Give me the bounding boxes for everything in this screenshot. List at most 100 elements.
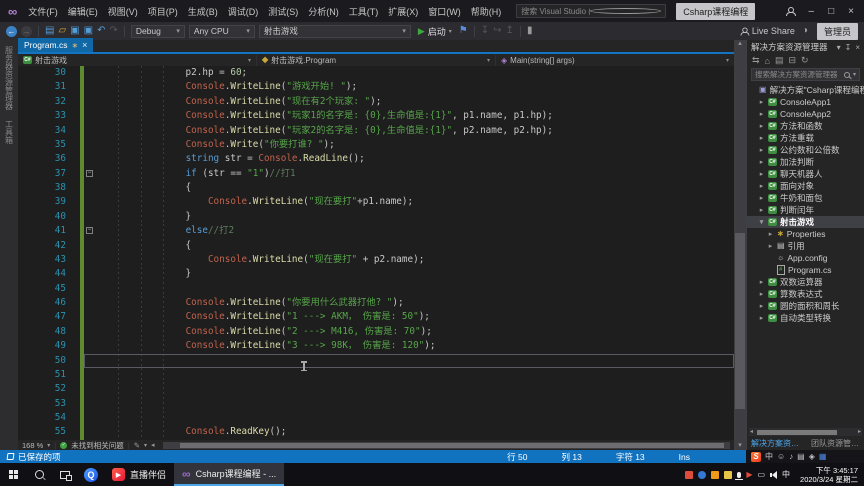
save-icon[interactable]: ▣ xyxy=(70,26,79,36)
tree-item-App.config[interactable]: ☼ App.config xyxy=(747,252,864,264)
start-button[interactable] xyxy=(0,463,26,486)
chevron-right-icon[interactable]: ▸ xyxy=(767,230,774,238)
chevron-right-icon[interactable]: ▸ xyxy=(758,182,765,190)
undo-icon[interactable]: ↶ xyxy=(97,26,105,36)
chevron-right-icon[interactable]: ▸ xyxy=(758,194,765,202)
code-line-content[interactable]: { xyxy=(84,181,734,196)
start-debug-button[interactable]: ▶ 启动 ▾ xyxy=(415,25,455,38)
save-all-icon[interactable]: ▣ xyxy=(84,26,93,36)
code-line-content[interactable]: Console.WriteLine("游戏开始! "); xyxy=(84,80,734,95)
tray-app-icon[interactable] xyxy=(685,470,694,479)
sync-icon[interactable]: ⇆ xyxy=(752,55,760,66)
dock-tab-工具箱[interactable]: 工具箱 xyxy=(4,120,15,144)
tree-item-聊天机器人[interactable]: ▸ C# 聊天机器人 xyxy=(747,168,864,180)
pin-icon[interactable]: ↧ xyxy=(845,43,852,52)
solution-search-box[interactable]: 搜索解决方案资源管理器 ▾ xyxy=(751,68,860,81)
chevron-right-icon[interactable]: ▸ xyxy=(758,302,765,310)
tree-item-Properties[interactable]: ▸ ∗ Properties xyxy=(747,228,864,240)
step-out-icon[interactable]: ↥ xyxy=(506,26,514,36)
tree-item-射击游戏[interactable]: ▾ C# 射击游戏 xyxy=(747,216,864,228)
navigate-forward-icon[interactable]: → xyxy=(21,25,32,37)
code-editor[interactable]: 30 p2.hp = 60; 31 Console.WriteLine("游戏开始… xyxy=(18,66,734,440)
breakpoint-margin[interactable] xyxy=(18,95,46,109)
volume-tray-icon[interactable] xyxy=(770,470,778,479)
code-line-content[interactable]: Console.WriteLine("现在有2个玩家: "); xyxy=(84,94,734,110)
breakpoint-margin[interactable] xyxy=(18,339,46,353)
feedback-icon[interactable]: ◗ xyxy=(803,26,809,36)
tray-app-icon[interactable] xyxy=(724,470,733,479)
breakpoint-margin[interactable] xyxy=(18,411,46,425)
chevron-right-icon[interactable]: ▸ xyxy=(767,242,774,250)
tree-item-算数表达式[interactable]: ▸ C# 算数表达式 xyxy=(747,288,864,300)
menu-编辑(E)[interactable]: 编辑(E) xyxy=(63,3,103,20)
tree-item-引用[interactable]: ▸ ▤ 引用 xyxy=(747,240,864,252)
code-line-content[interactable]: Console.Write("你要打谁? "); xyxy=(84,137,734,153)
user-account-icon[interactable] xyxy=(785,6,796,16)
quark-browser-icon[interactable]: Q xyxy=(78,463,104,486)
tab-close-icon[interactable]: × xyxy=(82,40,87,50)
player-tray-icon[interactable]: ▶ xyxy=(746,470,752,479)
tree-item-双数运算器[interactable]: ▸ C# 双数运算器 xyxy=(747,276,864,288)
menu-工具(T)[interactable]: 工具(T) xyxy=(344,3,384,20)
breakpoint-margin[interactable] xyxy=(18,167,46,181)
breakpoint-margin[interactable] xyxy=(18,354,46,368)
breakpoint-margin[interactable] xyxy=(18,282,46,296)
sogou-tool-icon[interactable]: ▤ xyxy=(797,452,805,461)
breakpoint-margin[interactable] xyxy=(18,425,46,439)
code-line-content[interactable] xyxy=(84,382,734,397)
open-folder-icon[interactable]: ▱ xyxy=(58,26,66,36)
monitor-tray-icon[interactable]: ▭ xyxy=(757,470,765,479)
breakpoint-margin[interactable] xyxy=(18,382,46,396)
panel-menu-icon[interactable]: ▾ xyxy=(837,43,841,52)
new-project-icon[interactable]: ▤ xyxy=(45,26,54,36)
breakpoint-margin[interactable] xyxy=(18,253,46,267)
code-line-content[interactable]: string str = Console.ReadLine(); xyxy=(84,152,734,167)
app-button-visual-studio[interactable]: ∞ Csharp课程编程 - ... xyxy=(174,463,285,486)
saved-items-indicator[interactable]: 已保存的项 xyxy=(0,451,68,463)
code-line-content[interactable]: Console.WriteLine("2 ---> M416, 伤害是: 70"… xyxy=(84,324,734,340)
code-line-content[interactable]: − if (str == "1")//打1 xyxy=(84,166,734,181)
current-line[interactable] xyxy=(84,353,734,368)
collapse-all-icon[interactable]: ⊟ xyxy=(789,55,797,66)
tab-program-cs[interactable]: Program.cs ∗ × xyxy=(18,38,94,52)
code-line-content[interactable] xyxy=(84,281,734,296)
sogou-tool-icon[interactable]: ♪ xyxy=(789,452,793,461)
fold-collapse-icon[interactable]: − xyxy=(86,227,93,235)
taskbar-clock[interactable]: 下午 3:45:17 2020/3/24 星期二 xyxy=(794,466,864,484)
tab-pin-icon[interactable]: ∗ xyxy=(71,41,78,50)
code-line-content[interactable]: Console.WriteLine("你要用什么武器打他? "); xyxy=(84,296,734,311)
startup-project-dropdown[interactable]: 射击游戏 ▾ xyxy=(258,24,411,38)
tray-app-icon[interactable] xyxy=(711,470,720,479)
code-line-content[interactable]: } xyxy=(84,267,734,282)
chevron-right-icon[interactable]: ▸ xyxy=(758,206,765,214)
navbar-project-dropdown[interactable]: C# 射击游戏 ▾ xyxy=(18,54,257,66)
taskbar-search-button[interactable] xyxy=(26,463,52,486)
refresh-icon[interactable]: ↻ xyxy=(801,55,809,66)
chevron-down-icon[interactable]: ▾ xyxy=(758,218,765,226)
solution-platform-dropdown[interactable]: Any CPU ▾ xyxy=(188,24,255,38)
fold-collapse-icon[interactable]: − xyxy=(86,169,93,177)
sogou-tool-icon[interactable]: ▦ xyxy=(819,452,827,461)
chevron-right-icon[interactable]: ▸ xyxy=(758,134,765,142)
chevron-right-icon[interactable]: ▸ xyxy=(758,170,765,178)
hscroll-left-arrow[interactable]: ◂ xyxy=(151,441,155,449)
close-button[interactable]: × xyxy=(848,6,854,17)
tree-item-自动类型转换[interactable]: ▸ C# 自动类型转换 xyxy=(747,312,864,324)
chevron-right-icon[interactable]: ▸ xyxy=(758,146,765,154)
breakpoint-margin[interactable] xyxy=(18,195,46,209)
breakpoint-margin[interactable] xyxy=(18,152,46,166)
code-line-content[interactable] xyxy=(84,411,734,426)
tree-item-加法判断[interactable]: ▸ C# 加法判断 xyxy=(747,156,864,168)
redo-icon[interactable]: ↷ xyxy=(109,26,117,36)
tree-item-判断闰年[interactable]: ▸ C# 判断闰年 xyxy=(747,204,864,216)
panel-horizontal-scrollbar[interactable]: ◂ ▸ xyxy=(749,428,862,436)
menu-视图(V)[interactable]: 视图(V) xyxy=(103,3,143,20)
dock-tab-服务器资源管理器[interactable]: 服务器资源管理器 xyxy=(4,46,15,110)
code-line-content[interactable]: Console.WriteLine("3 ---> 98K， 伤害是: 120"… xyxy=(84,339,734,354)
panel-tab-团队资源管理器[interactable]: 团队资源管理器 xyxy=(811,438,860,449)
zoom-level-select[interactable]: 168 % xyxy=(22,441,43,450)
breakpoint-margin[interactable] xyxy=(18,181,46,195)
code-line-content[interactable]: p2.hp = 60; xyxy=(84,66,734,81)
code-line-content[interactable]: Console.WriteLine("玩家1的名字是: {0},生命值是:{1}… xyxy=(84,109,734,124)
code-line-content[interactable]: − else//打2 xyxy=(84,224,734,239)
